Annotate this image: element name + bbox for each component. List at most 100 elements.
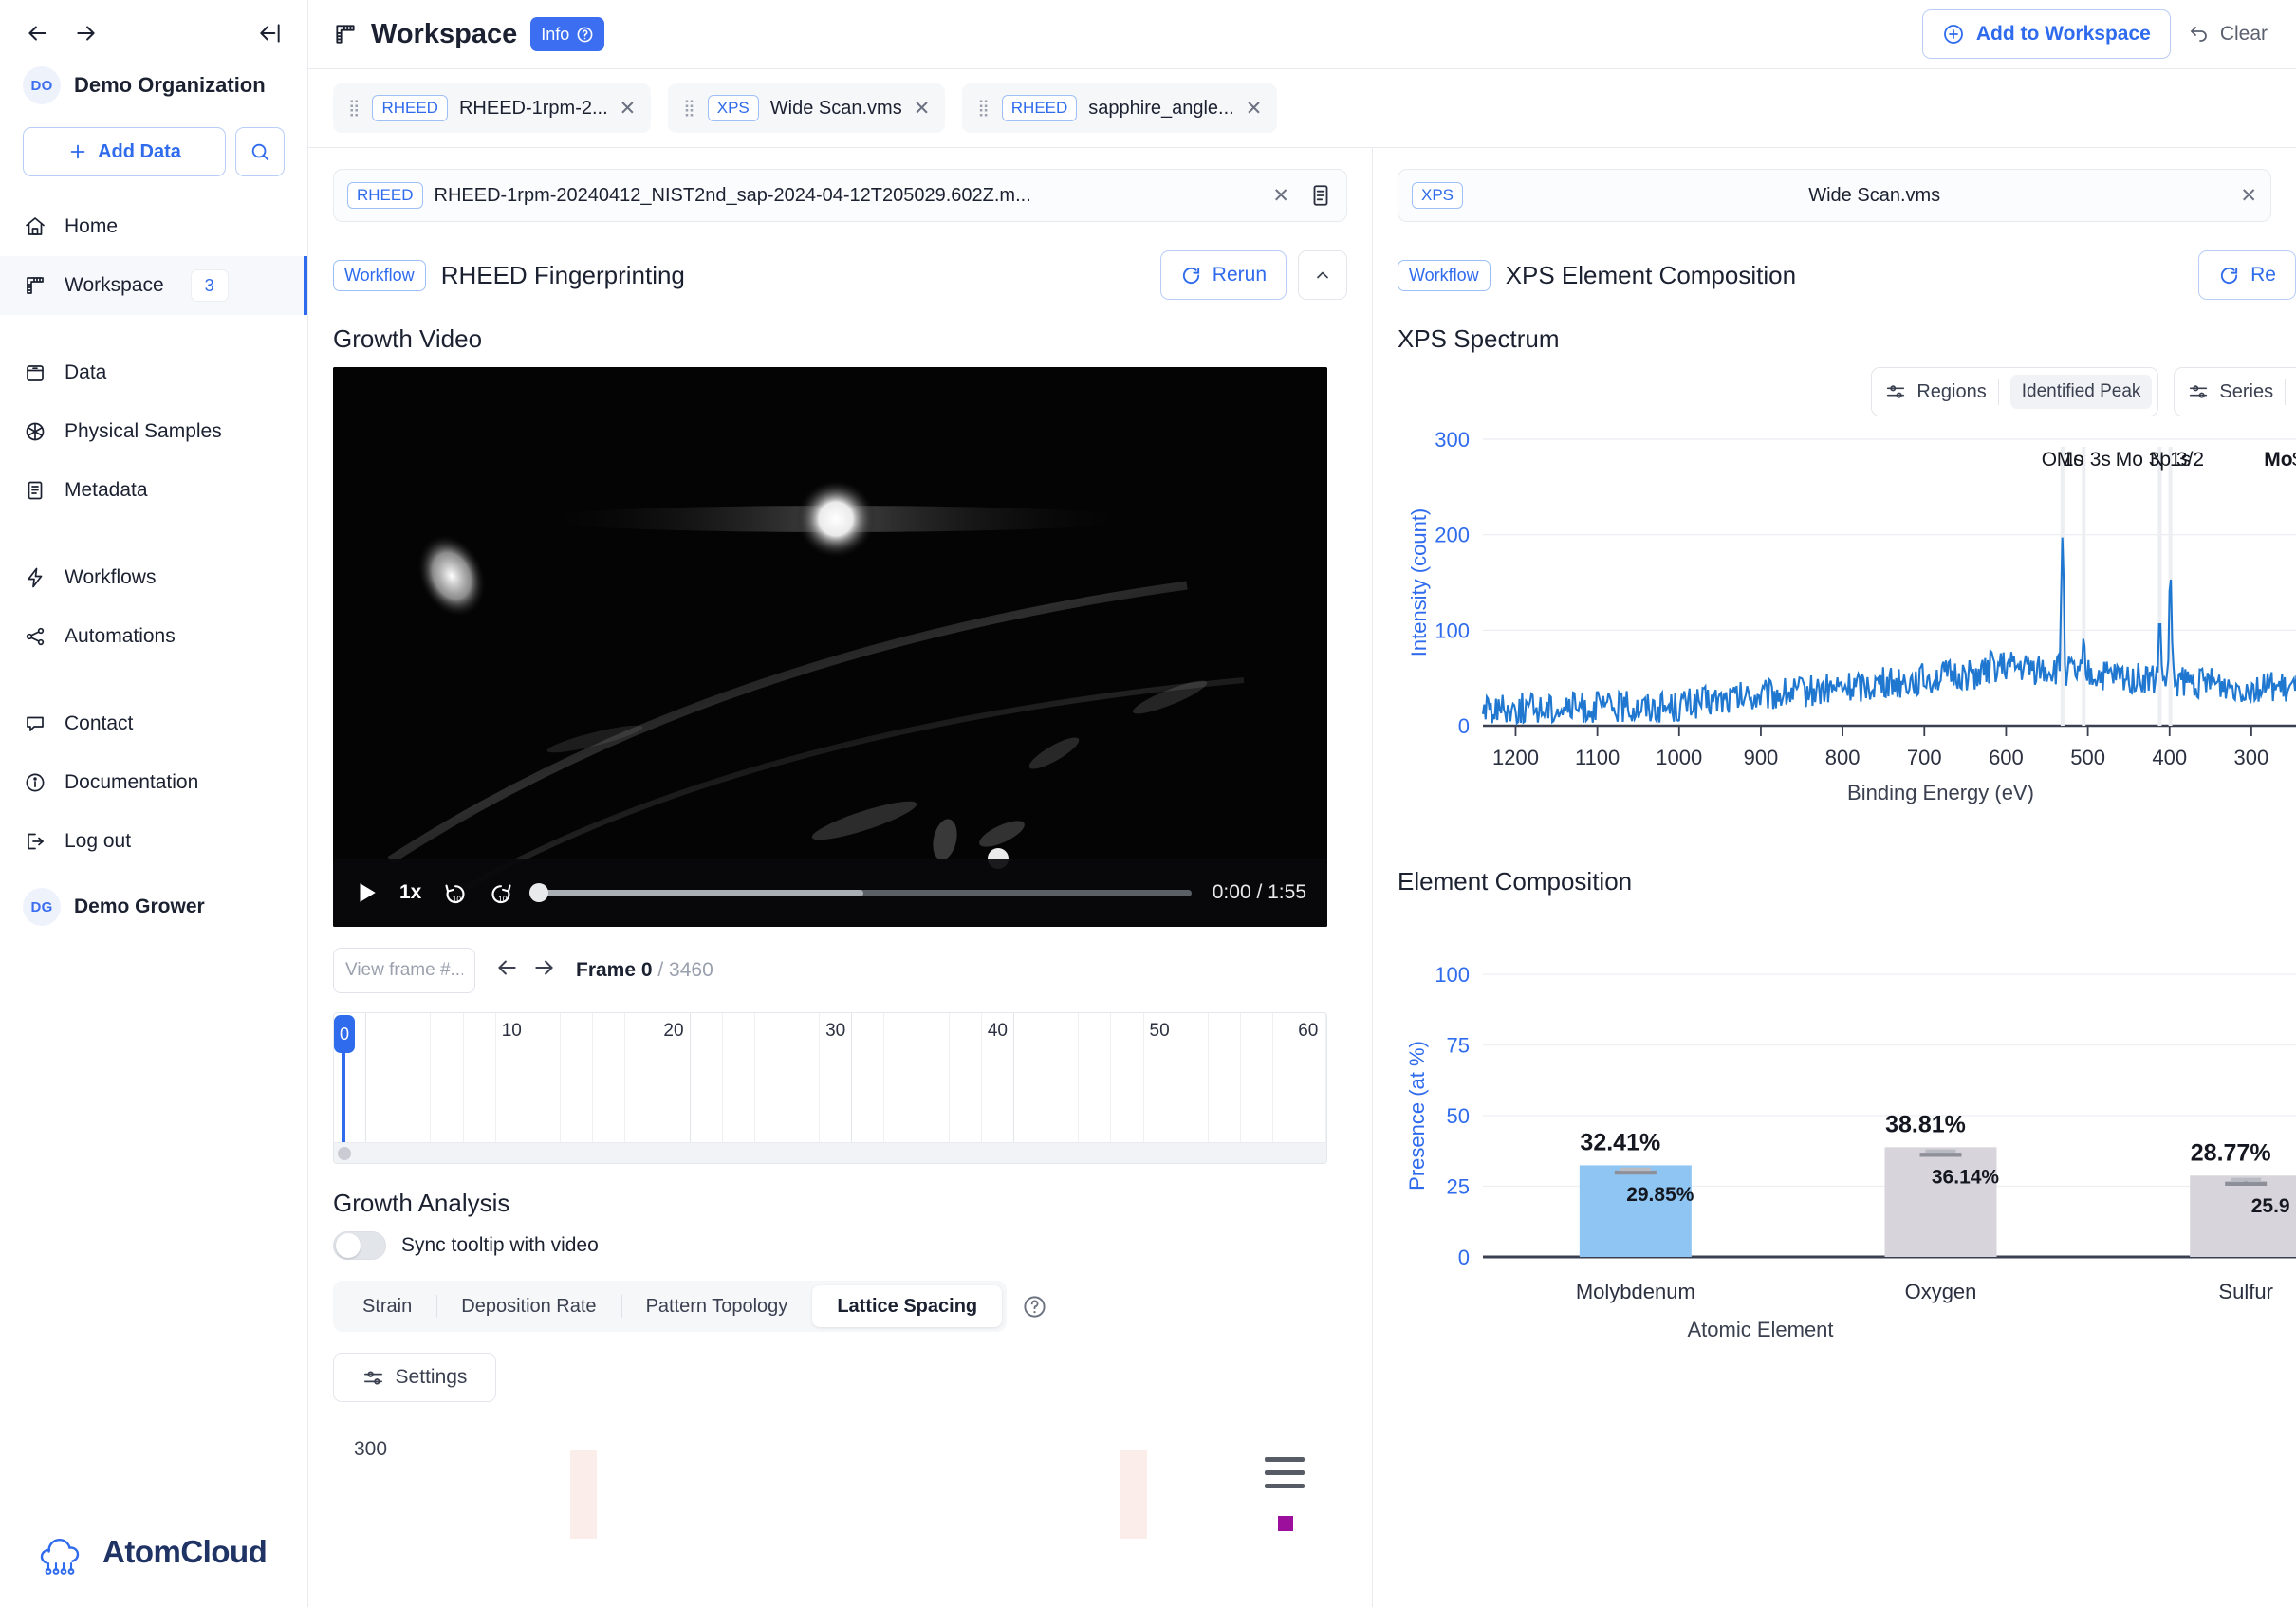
ruler-tick: 30 — [820, 1013, 853, 1163]
close-icon[interactable]: ✕ — [620, 99, 637, 119]
peak-annotation-label: N 1s — [2150, 449, 2191, 471]
ruler-tick — [625, 1013, 658, 1163]
drag-handle-icon[interactable]: ⣿ — [683, 100, 695, 117]
settings-button[interactable]: Settings — [333, 1353, 496, 1402]
organization-name: Demo Organization — [74, 73, 266, 97]
dataset-tab[interactable]: ⣿ RHEED sapphire_angle... ✕ — [962, 83, 1278, 133]
sidebar-item-contact[interactable]: Contact — [0, 694, 307, 753]
tab-strain[interactable]: Strain — [338, 1285, 436, 1327]
sidebar-item-metadata[interactable]: Metadata — [0, 461, 307, 520]
file-details-icon[interactable] — [1308, 183, 1333, 208]
y-tick-label: 75 — [1447, 1034, 1470, 1058]
collapse-panel-button[interactable] — [1298, 250, 1347, 300]
rerun-button[interactable]: Re — [2198, 250, 2296, 300]
back-arrow-icon[interactable] — [25, 21, 49, 46]
series-control[interactable]: Series Intensity (c — [2174, 367, 2296, 416]
info-button[interactable]: Info — [530, 17, 605, 51]
close-icon[interactable]: ✕ — [1246, 99, 1263, 119]
drag-handle-icon[interactable]: ⣿ — [977, 100, 990, 117]
tab-type-chip: RHEED — [372, 95, 448, 121]
dataset-tab[interactable]: ⣿ RHEED RHEED-1rpm-2... ✕ — [333, 83, 652, 133]
clear-button[interactable]: Clear — [2188, 23, 2271, 46]
tab-deposition-rate[interactable]: Deposition Rate — [436, 1285, 620, 1327]
sidebar-divider-2 — [0, 520, 307, 548]
file-type-chip: XPS — [1412, 182, 1464, 209]
close-file-icon[interactable]: ✕ — [1272, 186, 1289, 206]
add-data-label: Add Data — [98, 140, 181, 162]
question-circle-icon[interactable] — [1022, 1294, 1047, 1320]
frame-timeline-ruler[interactable]: 10 20 30 40 50 60 0 — [333, 1012, 1327, 1164]
lattice-highlight-band — [570, 1450, 597, 1539]
add-to-workspace-label: Add to Workspace — [1975, 23, 2151, 45]
rerun-button[interactable]: Rerun — [1159, 250, 1287, 300]
page-title: Workspace — [371, 18, 518, 49]
forward-10-icon[interactable]: 10 — [489, 880, 514, 906]
tab-pattern-topology[interactable]: Pattern Topology — [620, 1285, 813, 1327]
rheed-video-frame — [333, 367, 1327, 927]
prev-frame-icon[interactable] — [494, 955, 519, 986]
regions-control[interactable]: Regions Identified Peak — [1871, 367, 2159, 416]
ruler-scrollbar[interactable] — [334, 1142, 1326, 1163]
collapse-sidebar-icon[interactable] — [258, 21, 283, 46]
add-to-workspace-button[interactable]: Add to Workspace — [1921, 9, 2171, 59]
ruler-handle[interactable]: 0 — [334, 1015, 355, 1053]
user-profile[interactable]: DG Demo Grower — [0, 871, 307, 926]
sidebar-item-workflows[interactable]: Workflows — [0, 548, 307, 607]
toggle-knob — [336, 1233, 361, 1258]
dataset-tab[interactable]: ⣿ XPS Wide Scan.vms ✕ — [668, 83, 946, 133]
rheed-file-bar: RHEED RHEED-1rpm-20240412_NIST2nd_sap-20… — [333, 169, 1347, 222]
ruler-tick — [431, 1013, 464, 1163]
y-tick-label: 200 — [1435, 524, 1470, 547]
category-label: Oxygen — [1905, 1280, 1977, 1303]
panes-container: RHEED RHEED-1rpm-20240412_NIST2nd_sap-20… — [308, 148, 2296, 1607]
sync-tooltip-toggle[interactable] — [333, 1231, 386, 1260]
drag-handle-icon[interactable]: ⣿ — [348, 100, 361, 117]
sidebar-item-label: Physical Samples — [65, 420, 222, 442]
forward-arrow-icon[interactable] — [74, 21, 99, 46]
video-time: 0:00 / 1:55 — [1212, 881, 1306, 903]
sidebar-item-automations[interactable]: Automations — [0, 607, 307, 666]
bar[interactable] — [1579, 1165, 1692, 1257]
close-icon[interactable]: ✕ — [914, 99, 931, 119]
workflow-chip: Workflow — [333, 259, 426, 291]
ruler-scroll-thumb[interactable] — [338, 1147, 351, 1160]
file-name: Wide Scan.vms — [1808, 184, 1941, 206]
lattice-spacing-chart[interactable]: 300 — [333, 1425, 1327, 1539]
xps-spectrum-chart[interactable]: 0 100 200 300 1200 1100 1000 900 800 700 600 500 400… — [1398, 424, 2296, 827]
play-icon[interactable] — [354, 879, 379, 906]
growth-video-player[interactable]: 1x 10 10 0:00 / 1:55 — [333, 367, 1327, 927]
rewind-10-icon[interactable]: 10 — [442, 880, 468, 906]
tab-lattice-spacing[interactable]: Lattice Spacing — [812, 1285, 1003, 1327]
ruler-tick — [593, 1013, 626, 1163]
y-axis-title: Intensity (count) — [1407, 508, 1431, 657]
video-seek-bar[interactable] — [529, 883, 1192, 902]
sidebar-item-workspace[interactable]: Workspace 3 — [0, 256, 307, 315]
chart-menu-icon[interactable] — [1265, 1457, 1305, 1488]
sidebar-actions: Add Data — [0, 121, 307, 197]
growth-video-title: Growth Video — [333, 324, 483, 353]
video-seek-handle[interactable] — [529, 883, 549, 902]
frame-input[interactable] — [333, 948, 475, 993]
next-frame-icon[interactable] — [532, 955, 557, 986]
sidebar-search-button[interactable] — [235, 127, 285, 176]
organization-selector[interactable]: DO Demo Organization — [0, 57, 307, 121]
workflow-title: XPS Element Composition — [1505, 260, 1797, 289]
sidebar-item-data[interactable]: Data — [0, 343, 307, 402]
bar[interactable] — [1884, 1147, 1997, 1257]
playback-rate-button[interactable]: 1x — [399, 881, 421, 904]
y-tick-label: 25 — [1447, 1175, 1470, 1199]
sidebar-item-logout[interactable]: Log out — [0, 812, 307, 871]
sidebar-item-physical-samples[interactable]: Physical Samples — [0, 402, 307, 461]
sidebar-item-documentation[interactable]: Documentation — [0, 753, 307, 812]
regions-label: Regions — [1916, 380, 1987, 402]
element-composition-chart[interactable]: 0 25 50 75 100 32.41% 29.85% Molybdenum 38.81% 36… — [1398, 953, 2296, 1357]
sidebar-item-home[interactable]: Home — [0, 197, 307, 256]
ruler-tick — [528, 1013, 561, 1163]
add-data-button[interactable]: Add Data — [23, 127, 226, 176]
spectrum-line — [1481, 537, 2296, 726]
close-file-icon[interactable]: ✕ — [2240, 186, 2257, 206]
document-icon — [23, 479, 47, 502]
avatar: DG — [23, 888, 61, 926]
bar-value-label: 28.77% — [2191, 1139, 2271, 1166]
regions-value[interactable]: Identified Peak — [2009, 375, 2153, 409]
